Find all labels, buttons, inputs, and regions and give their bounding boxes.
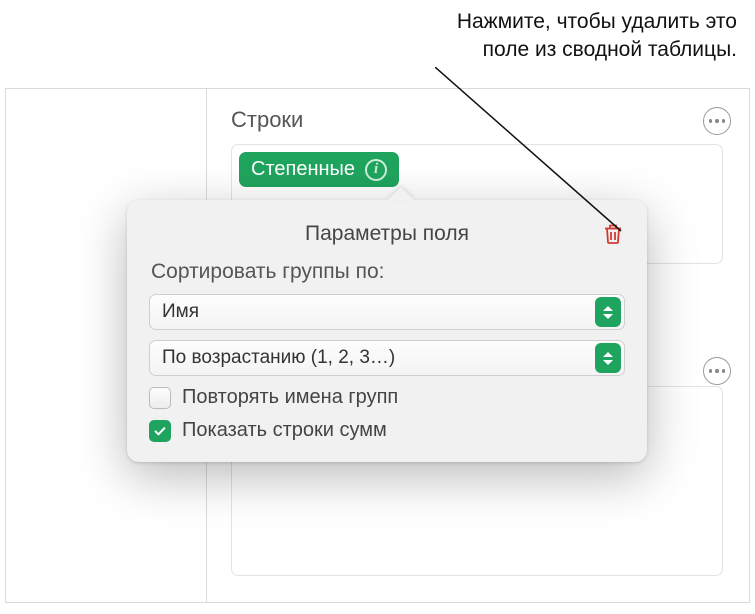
show-totals-label: Показать строки сумм (182, 419, 387, 442)
sort-by-value: Имя (162, 301, 199, 323)
check-icon (153, 424, 167, 438)
info-icon[interactable]: i (365, 159, 387, 181)
show-totals-checkbox-row[interactable]: Показать строки сумм (149, 419, 625, 442)
field-options-popover: Параметры поля Сортировать группы по: Им… (127, 200, 647, 462)
sort-order-select[interactable]: По возрастанию (1, 2, 3…) (149, 340, 625, 376)
sort-by-select[interactable]: Имя (149, 294, 625, 330)
field-chip[interactable]: Степенные i (239, 152, 399, 187)
section-more-button[interactable] (703, 357, 731, 385)
repeat-names-checkbox[interactable] (149, 387, 171, 409)
section-title: Строки (231, 107, 303, 133)
field-chip-label: Степенные (251, 158, 355, 181)
callout-text: Нажмите, чтобы удалить это поле из сводн… (457, 8, 737, 65)
more-icon (709, 369, 726, 373)
trash-icon (601, 222, 625, 246)
popover-header: Параметры поля (149, 222, 625, 246)
sort-order-value: По возрастанию (1, 2, 3…) (162, 347, 395, 369)
callout-line-2: поле из сводной таблицы. (457, 36, 737, 64)
repeat-names-label: Повторять имена групп (182, 386, 398, 409)
show-totals-checkbox[interactable] (149, 420, 171, 442)
delete-field-button[interactable] (601, 222, 625, 246)
callout-line-1: Нажмите, чтобы удалить это (457, 8, 737, 36)
popover-title: Параметры поля (173, 222, 601, 246)
more-icon (709, 119, 726, 123)
repeat-names-checkbox-row[interactable]: Повторять имена групп (149, 386, 625, 409)
rows-more-button[interactable] (703, 107, 731, 135)
select-stepper-icon (595, 343, 621, 373)
select-stepper-icon (595, 297, 621, 327)
sort-groups-label: Сортировать группы по: (151, 260, 625, 284)
